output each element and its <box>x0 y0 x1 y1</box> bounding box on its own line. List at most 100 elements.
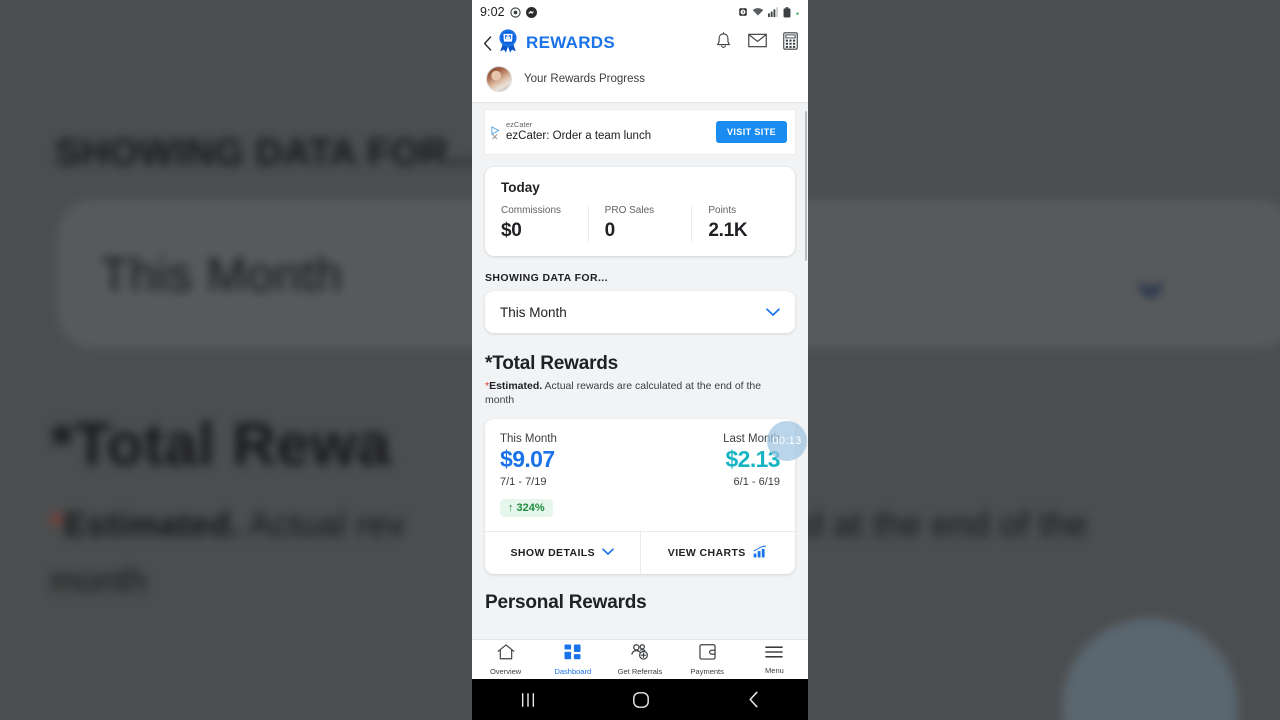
stat-commissions: Commissions $0 <box>485 205 588 242</box>
tab-label: Get Referrals <box>617 666 663 676</box>
battery-status-dot <box>795 10 800 15</box>
this-month-range: 7/1 - 7/19 <box>500 476 547 489</box>
messenger-icon <box>525 6 537 18</box>
date-range-value: This Month <box>500 304 567 320</box>
home-icon <box>497 643 515 665</box>
app-title: REWARDS <box>526 33 615 52</box>
stat-value: 0 <box>604 220 616 241</box>
stat-label: PRO Sales <box>604 205 655 216</box>
app-bar-actions <box>715 31 798 55</box>
scroll-content[interactable]: ✕ ezCater ezCater: Order a team lunch VI… <box>472 103 808 662</box>
stat-label: Commissions <box>501 205 562 216</box>
compare-top: This Month $9.07 7/1 - 7/19 Last Month $… <box>485 419 795 488</box>
stat-value: 2.1K <box>708 220 748 241</box>
rewards-badge-logo <box>497 28 519 58</box>
this-month-amount: $9.07 <box>500 446 555 473</box>
stat-label: Points <box>708 205 737 216</box>
last-month-amount: $2.13 <box>725 446 780 473</box>
this-month-label: This Month <box>500 433 557 446</box>
bar-chart-icon <box>753 545 768 561</box>
tab-label: Menu <box>765 665 784 675</box>
ad-headline: ezCater: Order a team lunch <box>506 130 652 143</box>
stat-pro-sales: PRO Sales 0 <box>587 205 692 242</box>
tab-label: Overview <box>489 666 522 676</box>
backdrop-timer-badge: 00:13 <box>1062 618 1238 720</box>
ad-advertiser: ezCater <box>506 120 533 130</box>
backdrop-chevron-down-icon: ⌄ <box>1128 249 1174 309</box>
tab-dashboard[interactable]: Dashboard <box>539 640 606 679</box>
tab-menu[interactable]: Menu <box>741 640 808 679</box>
show-details-label: SHOW DETAILS <box>510 547 596 560</box>
recording-timer-badge[interactable]: 00:13 <box>767 421 807 461</box>
mail-icon[interactable] <box>748 33 767 53</box>
rewards-compare-card: This Month $9.07 7/1 - 7/19 Last Month $… <box>485 419 796 575</box>
system-nav-bar <box>472 679 808 720</box>
close-icon[interactable]: ✕ <box>491 133 503 142</box>
show-details-button[interactable]: SHOW DETAILS <box>485 532 640 574</box>
showing-data-for-label: SHOWING DATA FOR... <box>485 272 608 284</box>
tab-label: Dashboard <box>554 666 592 676</box>
recents-icon[interactable] <box>520 692 536 708</box>
back-chevron-icon[interactable] <box>479 35 495 51</box>
date-range-select[interactable]: This Month <box>485 291 795 333</box>
calculator-icon[interactable] <box>783 31 798 55</box>
stat-value: $0 <box>501 220 522 241</box>
personal-rewards-title: Personal Rewards <box>485 592 647 614</box>
chevron-down-icon <box>766 305 780 320</box>
tab-payments[interactable]: Payments <box>674 640 741 679</box>
status-badge: ↑ 324% <box>500 499 553 518</box>
stat-points: Points 2.1K <box>691 205 795 242</box>
hamburger-icon <box>765 645 784 664</box>
total-rewards-note: *Estimated. Actual rewards are calculate… <box>472 375 808 407</box>
app-bar: REWARDS <box>472 24 808 62</box>
rewards-progress-row[interactable]: Your Rewards Progress <box>472 62 808 103</box>
tab-overview[interactable]: Overview <box>472 640 539 679</box>
arrow-up-icon: ↑ <box>508 502 514 515</box>
note-bold: Estimated. <box>489 380 543 392</box>
backdrop-select-value: This Month <box>100 249 343 302</box>
delta-wrap: ↑ 324% <box>485 488 795 531</box>
backdrop-showing-data-label: SHOWING DATA FOR... <box>55 132 482 174</box>
scrollbar[interactable] <box>804 111 807 261</box>
rewards-progress-label: Your Rewards Progress <box>524 73 646 85</box>
ad-text: ezCater ezCater: Order a team lunch <box>506 120 716 143</box>
this-month-column: This Month $9.07 7/1 - 7/19 <box>500 433 640 488</box>
record-icon <box>510 6 521 18</box>
notifications-icon[interactable] <box>715 31 732 55</box>
add-people-icon <box>630 643 650 665</box>
last-month-label: Last Month <box>723 433 780 446</box>
chevron-down-icon <box>602 547 614 559</box>
backdrop-note-line2: month <box>50 562 147 600</box>
wifi-icon <box>752 7 764 17</box>
wallet-icon <box>699 643 716 665</box>
today-title: Today <box>501 180 540 195</box>
home-circle-icon[interactable] <box>632 691 650 709</box>
grid-icon <box>564 643 581 665</box>
ad-banner[interactable]: ✕ ezCater ezCater: Order a team lunch VI… <box>485 110 795 154</box>
view-charts-button[interactable]: VIEW CHARTS <box>639 532 796 575</box>
battery-icon <box>783 6 791 18</box>
backdrop-note-right: ed at the end of the <box>785 506 1089 544</box>
bottom-tab-bar: Overview Dashboard Get Referrals Payment… <box>472 639 808 679</box>
adchoices-icon[interactable] <box>491 122 500 135</box>
phone-screen: 9:02 REWARDS Your Rewards Progress ✕ ezC… <box>472 0 808 720</box>
avatar <box>486 66 512 92</box>
view-charts-label: VIEW CHARTS <box>667 547 746 560</box>
compare-actions: SHOW DETAILS VIEW CHARTS <box>485 531 796 575</box>
backdrop-total-rewards-title: *Total Rewa <box>50 411 392 478</box>
back-chevron-icon[interactable] <box>747 691 760 708</box>
tab-get-referrals[interactable]: Get Referrals <box>606 640 673 679</box>
total-rewards-title: *Total Rewards <box>485 353 619 374</box>
alarm-icon <box>738 7 748 17</box>
tab-label: Payments <box>690 666 724 676</box>
delta-value: 324% <box>516 502 545 515</box>
status-bar: 9:02 <box>472 0 808 24</box>
ad-markers: ✕ <box>491 122 503 142</box>
brand[interactable]: REWARDS <box>497 28 615 58</box>
today-stats: Commissions $0 PRO Sales 0 Points 2.1K <box>485 195 795 256</box>
visit-site-button[interactable]: VISIT SITE <box>715 121 787 143</box>
last-month-range: 6/1 - 6/19 <box>733 476 780 489</box>
backdrop-note-left: *Estimated. Actual rev <box>50 506 405 544</box>
last-month-column: Last Month $2.13 6/1 - 6/19 <box>640 433 781 489</box>
today-card: Today Commissions $0 PRO Sales 0 Points … <box>485 167 795 256</box>
